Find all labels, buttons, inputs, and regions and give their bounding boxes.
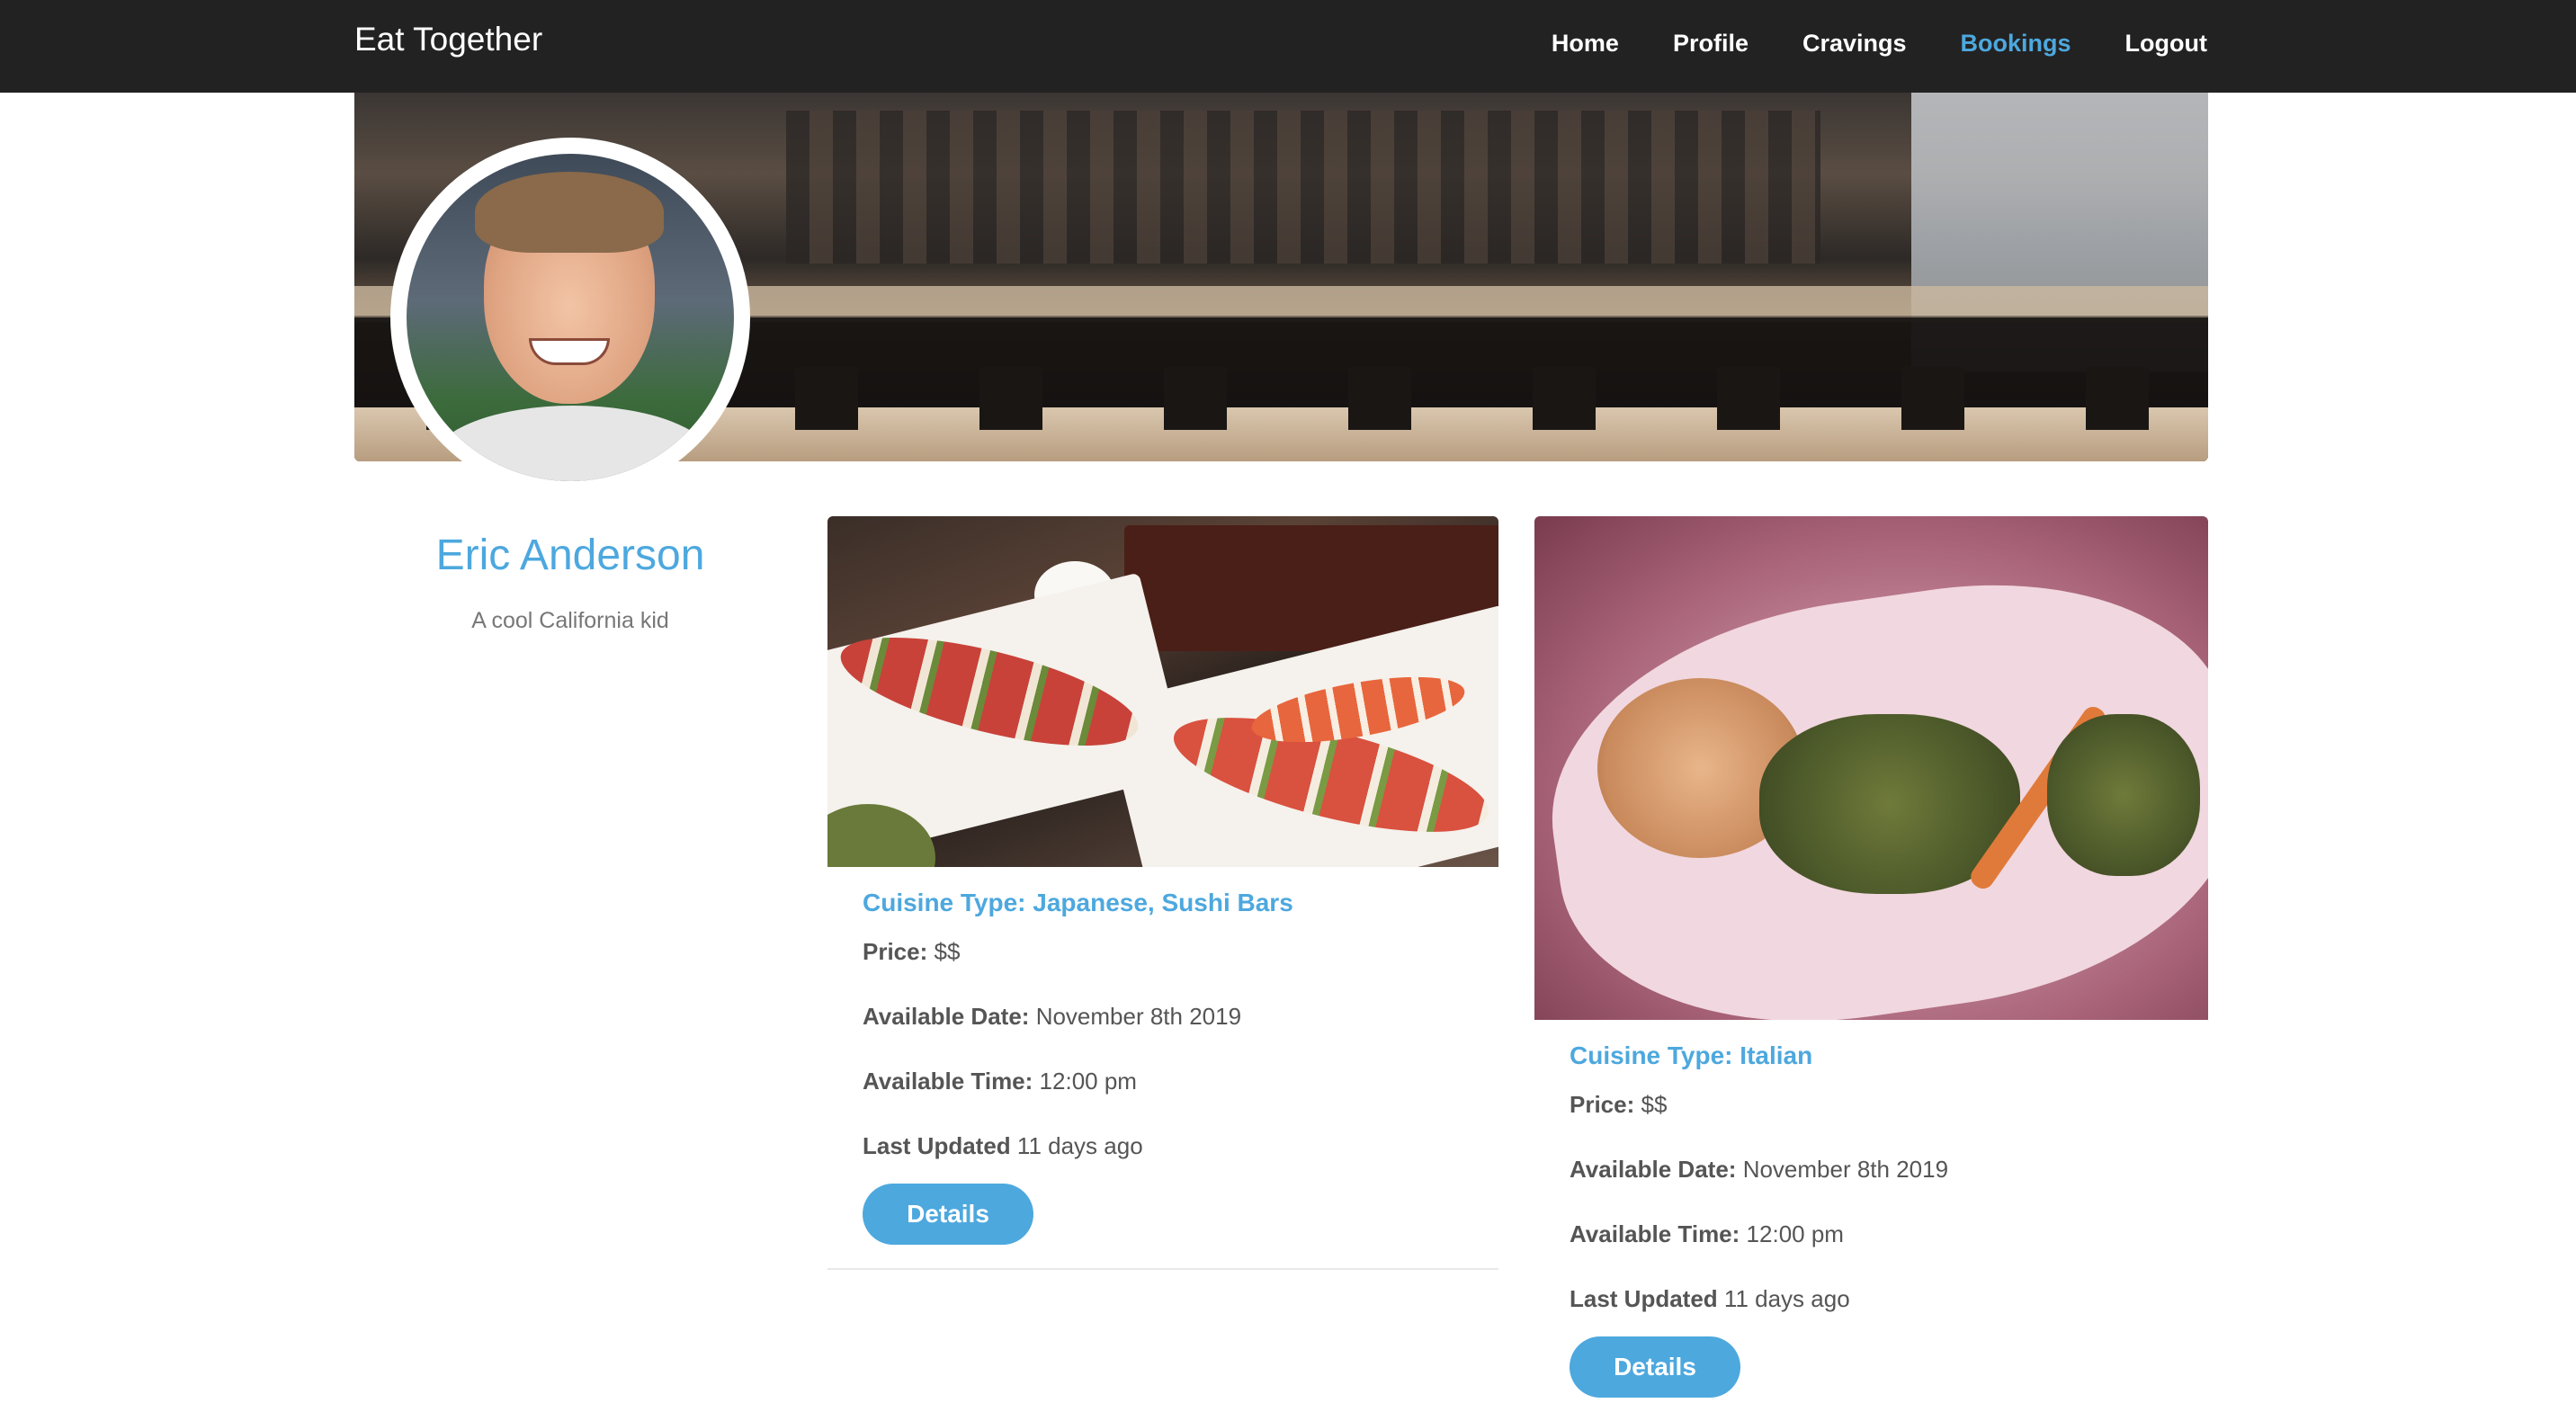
banner-shelf — [786, 111, 1820, 264]
details-button[interactable]: Details — [863, 1184, 1033, 1245]
nav-bookings[interactable]: Bookings — [1961, 25, 2071, 61]
nav-logout[interactable]: Logout — [2125, 25, 2207, 61]
profile-bio: A cool California kid — [471, 608, 669, 633]
avatar-shirt — [434, 406, 712, 481]
image-zucchini — [2047, 714, 2200, 876]
booking-card-body: Cuisine Type: Italian Price: $$ Availabl… — [1534, 1020, 2208, 1398]
updated-label: Last Updated — [1570, 1285, 1718, 1312]
brand-logo[interactable]: Eat Together — [354, 18, 542, 61]
nav-profile[interactable]: Profile — [1673, 25, 1749, 61]
time-label: Available Time: — [863, 1068, 1033, 1095]
price-label: Price: — [863, 938, 928, 965]
booking-card: Cuisine Type: Italian Price: $$ Availabl… — [1534, 516, 2208, 1421]
nav-links: Home Profile Cravings Bookings Logout — [1498, 25, 2207, 61]
price-value: $$ — [1641, 1091, 1668, 1118]
booking-image-sushi — [827, 516, 1498, 867]
nav-home[interactable]: Home — [1552, 25, 1619, 61]
avatar-photo — [407, 154, 734, 481]
navbar: Eat Together Home Profile Cravings Booki… — [0, 0, 2576, 93]
details-button[interactable]: Details — [1570, 1336, 1740, 1398]
date-label: Available Date: — [863, 1003, 1030, 1030]
updated-field: Last Updated 11 days ago — [1570, 1282, 2173, 1315]
price-field: Price: $$ — [863, 935, 1463, 968]
time-label: Available Time: — [1570, 1220, 1740, 1247]
time-value: 12:00 pm — [1746, 1220, 1844, 1247]
date-value: November 8th 2019 — [1035, 1003, 1242, 1030]
time-field: Available Time: 12:00 pm — [1570, 1218, 2173, 1250]
date-label: Available Date: — [1570, 1156, 1737, 1183]
date-field: Available Date: November 8th 2019 — [1570, 1153, 2173, 1185]
updated-value: 11 days ago — [1016, 1132, 1143, 1159]
price-label: Price: — [1570, 1091, 1635, 1118]
updated-value: 11 days ago — [1723, 1285, 1850, 1312]
nav-cravings[interactable]: Cravings — [1802, 25, 1907, 61]
time-value: 12:00 pm — [1039, 1068, 1137, 1095]
price-field: Price: $$ — [1570, 1088, 2173, 1121]
cuisine-type: Cuisine Type: Italian — [1570, 1041, 1813, 1069]
booking-card-body: Cuisine Type: Japanese, Sushi Bars Price… — [827, 867, 1498, 1245]
time-field: Available Time: 12:00 pm — [863, 1065, 1463, 1097]
avatar — [390, 138, 750, 497]
price-value: $$ — [934, 938, 961, 965]
updated-field: Last Updated 11 days ago — [863, 1130, 1463, 1162]
booking-image-italian — [1534, 516, 2208, 1020]
booking-card: Cuisine Type: Japanese, Sushi Bars Price… — [827, 516, 1498, 1270]
date-field: Available Date: November 8th 2019 — [863, 1000, 1463, 1032]
date-value: November 8th 2019 — [1742, 1156, 1949, 1183]
cuisine-type: Cuisine Type: Japanese, Sushi Bars — [863, 889, 1293, 916]
updated-label: Last Updated — [863, 1132, 1011, 1159]
avatar-hair — [475, 172, 664, 253]
profile-name: Eric Anderson — [435, 532, 705, 579]
